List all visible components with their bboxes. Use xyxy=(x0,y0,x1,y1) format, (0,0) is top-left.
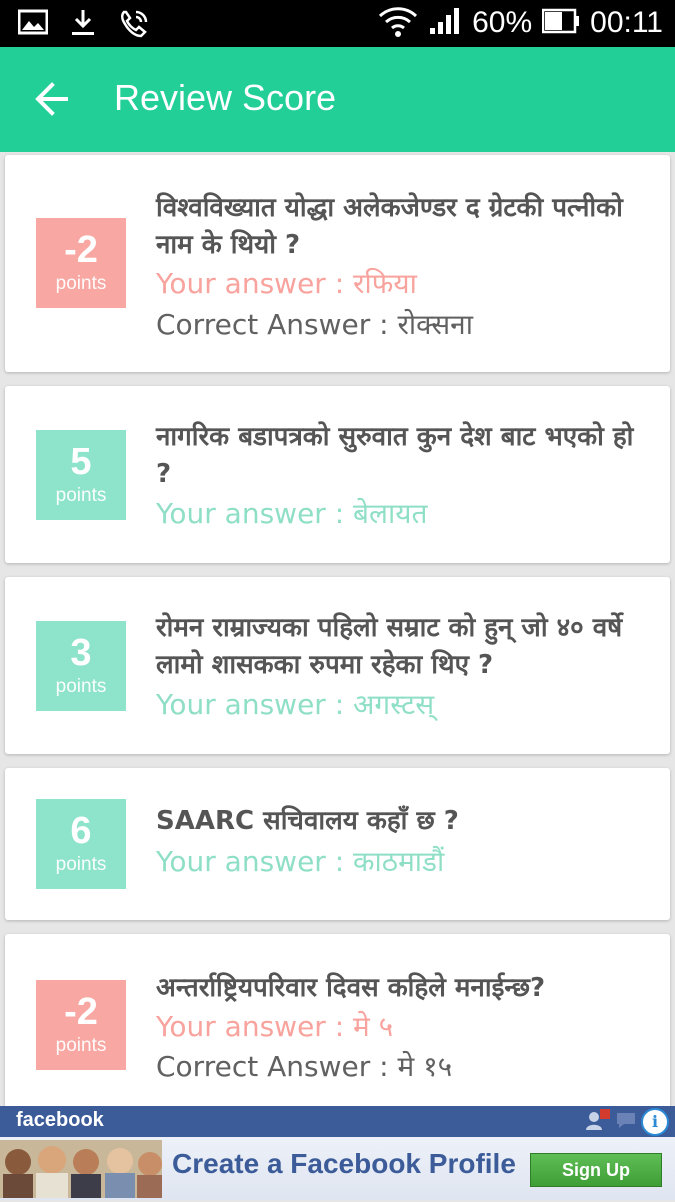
question-text: SAARC सचिवालय कहाँ छ ? xyxy=(156,806,459,836)
score-badge: -2 points xyxy=(36,218,126,308)
your-answer: Your answer : अगस्टस् xyxy=(156,688,435,721)
question-text: विश्वविख्यात योद्धा अलेकजेण्डर द ग्रेटकी… xyxy=(156,193,623,260)
friend-request-icon xyxy=(585,1108,611,1136)
review-card: 5 points नागरिक बडापत्रको सुरुवात कुन दे… xyxy=(5,386,670,563)
review-list[interactable]: -2 points विश्वविख्यात योद्धा अलेकजेण्डर… xyxy=(0,152,675,1106)
score-badge: 5 points xyxy=(36,430,126,520)
status-bar: 60% 00:11 xyxy=(0,0,675,47)
page-title: Review Score xyxy=(114,77,337,118)
review-card: -2 points अन्तर्राष्ट्रियपरिवार दिवस कहि… xyxy=(5,934,670,1106)
score-value: 6 xyxy=(70,810,92,852)
messages-icon xyxy=(615,1109,637,1135)
score-value: -2 xyxy=(64,229,98,271)
score-badge: -2 points xyxy=(36,980,126,1070)
your-answer: Your answer : काठमाडौं xyxy=(156,845,445,878)
ad-headline[interactable]: Create a Facebook Profile xyxy=(172,1148,516,1180)
ad-banner[interactable]: facebook i Create a Facebook Profile Sig… xyxy=(0,1106,675,1200)
question-text: रोमन राम्राज्यका पहिलो सम्राट को हुन् जो… xyxy=(156,613,623,680)
score-value: 5 xyxy=(70,441,92,483)
battery-icon xyxy=(541,8,580,38)
score-value: -2 xyxy=(64,991,98,1033)
score-label: points xyxy=(55,854,107,875)
review-card: 3 points रोमन राम्राज्यका पहिलो सम्राट क… xyxy=(5,577,670,754)
app-bar: Review Score xyxy=(0,47,675,152)
signal-icon xyxy=(428,6,462,40)
download-icon xyxy=(70,8,96,44)
score-label: points xyxy=(55,273,107,294)
score-badge: 3 points xyxy=(36,621,126,711)
battery-percent: 60% xyxy=(472,6,533,39)
score-badge: 6 points xyxy=(36,799,126,889)
clock: 00:11 xyxy=(590,6,663,39)
correct-answer: Correct Answer : मे १५ xyxy=(156,1050,453,1083)
your-answer: Your answer : मे ५ xyxy=(156,1010,394,1043)
review-card: -2 points विश्वविख्यात योद्धा अलेकजेण्डर… xyxy=(5,155,670,372)
back-button[interactable] xyxy=(32,79,76,119)
ad-image xyxy=(0,1140,162,1198)
correct-answer: Correct Answer : रोक्सना xyxy=(156,308,473,341)
sign-up-button[interactable]: Sign Up xyxy=(530,1153,662,1187)
question-text: नागरिक बडापत्रको सुरुवात कुन देश बाट भएक… xyxy=(156,422,634,489)
your-answer: Your answer : बेलायत xyxy=(156,497,428,530)
arrow-left-icon xyxy=(32,82,76,123)
facebook-logo: facebook xyxy=(16,1109,104,1131)
score-label: points xyxy=(55,676,107,697)
phone-wifi-icon xyxy=(118,8,150,44)
ad-header: facebook i xyxy=(0,1106,675,1137)
info-icon[interactable]: i xyxy=(641,1108,669,1136)
wifi-icon xyxy=(378,4,418,42)
your-answer: Your answer : रफिया xyxy=(156,267,417,300)
score-label: points xyxy=(55,1035,107,1056)
score-value: 3 xyxy=(70,632,92,674)
gallery-icon xyxy=(17,8,49,44)
review-card: 6 points SAARC सचिवालय कहाँ छ ? Your ans… xyxy=(5,768,670,920)
question-text: अन्तर्राष्ट्रियपरिवार दिवस कहिले मनाईन्छ… xyxy=(156,973,546,1003)
score-label: points xyxy=(55,485,107,506)
